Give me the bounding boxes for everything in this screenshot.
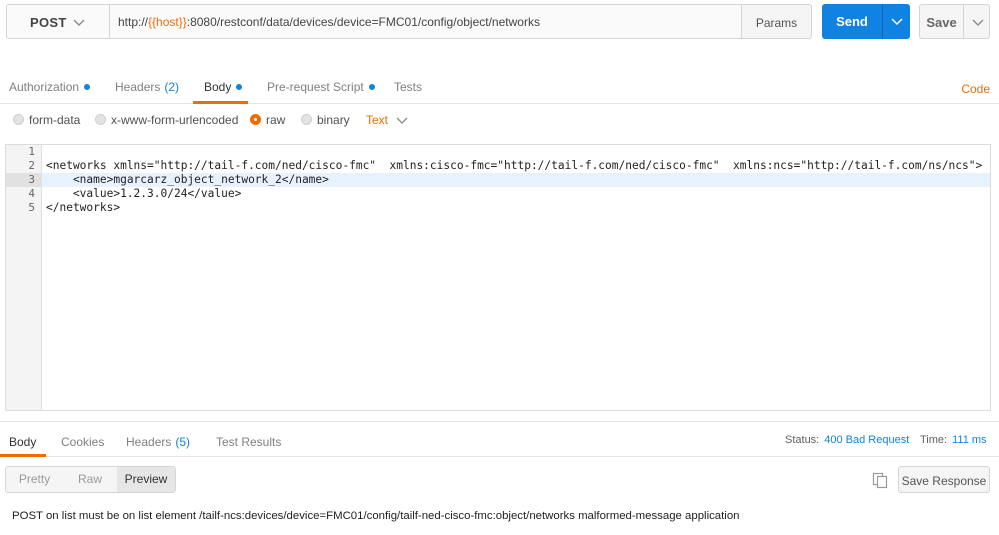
line-number: 5 bbox=[28, 201, 35, 214]
radio-form-data-label: form-data bbox=[29, 113, 81, 127]
chevron-down-icon bbox=[972, 19, 984, 26]
url-suffix: :8080/restconf/data/devices/device=FMC01… bbox=[186, 15, 540, 29]
line-number: 2 bbox=[28, 159, 35, 172]
save-button[interactable]: Save bbox=[919, 4, 964, 39]
code-link[interactable]: Code bbox=[961, 82, 990, 96]
response-tab-headers-label: Headers bbox=[126, 435, 172, 449]
method-label: POST bbox=[30, 15, 67, 30]
radio-raw-label: raw bbox=[266, 113, 286, 127]
radio-circle bbox=[13, 114, 24, 125]
send-label: Send bbox=[836, 14, 868, 29]
url-prefix: http:// bbox=[118, 15, 149, 29]
tab-pre-request-script[interactable]: Pre-request Script bbox=[267, 80, 375, 94]
radio-binary-label: binary bbox=[317, 113, 350, 127]
line-number-gutter: 1 2 3 4 5 bbox=[6, 145, 42, 410]
save-label: Save bbox=[926, 15, 957, 30]
response-status: Status: 400 Bad Request bbox=[785, 434, 909, 446]
line-number: 4 bbox=[28, 187, 35, 200]
view-raw-button[interactable]: Raw bbox=[63, 467, 117, 492]
radio-raw[interactable]: raw bbox=[250, 113, 285, 127]
response-tab-headers-count: (5) bbox=[175, 435, 191, 449]
tab-body[interactable]: Body bbox=[204, 80, 243, 94]
response-tab-test-results[interactable]: Test Results bbox=[216, 435, 281, 449]
active-tab-indicator bbox=[193, 101, 248, 104]
url-text: http://{{host}}:8080/restconf/data/devic… bbox=[118, 15, 540, 29]
request-tabs: Authorization Headers (2) Body Pre-reques… bbox=[0, 74, 999, 104]
tab-body-label: Body bbox=[204, 80, 232, 94]
radio-binary[interactable]: binary bbox=[301, 113, 350, 127]
url-input[interactable]: http://{{host}}:8080/restconf/data/devic… bbox=[109, 4, 742, 39]
radio-urlencoded-label: x-www-form-urlencoded bbox=[111, 113, 239, 127]
content-type-label: Text bbox=[366, 113, 389, 127]
copy-icon[interactable] bbox=[871, 471, 889, 489]
save-response-button[interactable]: Save Response bbox=[898, 466, 990, 493]
tab-authorization[interactable]: Authorization bbox=[9, 80, 91, 94]
response-tab-cookies[interactable]: Cookies bbox=[61, 435, 104, 449]
code-line: <networks xmlns="http://tail-f.com/ned/c… bbox=[46, 159, 983, 172]
save-dropdown-button[interactable] bbox=[963, 4, 990, 39]
code-editor[interactable]: 1 2 3 4 5 <networks xmlns="http://tail-f… bbox=[5, 144, 991, 411]
radio-form-data[interactable]: form-data bbox=[13, 113, 80, 127]
tab-headers-label: Headers bbox=[115, 80, 161, 94]
status-value: 400 Bad Request bbox=[824, 434, 910, 446]
tab-headers-count: (2) bbox=[164, 80, 180, 94]
modified-dot-icon bbox=[368, 84, 375, 90]
chevron-down-icon bbox=[396, 117, 408, 124]
tab-authorization-label: Authorization bbox=[9, 80, 80, 94]
response-view-toggle: Pretty Raw Preview bbox=[5, 466, 176, 493]
params-button[interactable]: Params bbox=[742, 4, 812, 39]
params-label: Params bbox=[755, 16, 798, 30]
view-preview-button[interactable]: Preview bbox=[117, 467, 175, 492]
code-line: <value>1.2.3.0/24</value> bbox=[46, 187, 242, 200]
tab-tests-label: Tests bbox=[394, 80, 423, 94]
response-tabs: Body Cookies Headers (5) Test Results Sta… bbox=[0, 422, 999, 457]
request-bar: POST http://{{host}}:8080/restconf/data/… bbox=[0, 0, 999, 44]
time-label: Time: bbox=[920, 434, 948, 446]
response-active-tab-indicator bbox=[0, 454, 46, 457]
save-response-label: Save Response bbox=[901, 474, 987, 488]
content-type-dropdown[interactable]: Text bbox=[366, 113, 408, 127]
radio-circle-selected bbox=[250, 114, 261, 125]
radio-circle bbox=[95, 114, 106, 125]
tab-headers[interactable]: Headers (2) bbox=[115, 80, 179, 94]
modified-dot-icon bbox=[84, 84, 91, 90]
chevron-down-icon bbox=[891, 18, 903, 25]
chevron-down-icon bbox=[73, 19, 85, 26]
url-variable: {{host}} bbox=[148, 15, 187, 29]
view-pretty-button[interactable]: Pretty bbox=[6, 467, 63, 492]
radio-urlencoded[interactable]: x-www-form-urlencoded bbox=[95, 113, 238, 127]
tab-pre-request-label: Pre-request Script bbox=[267, 80, 364, 94]
body-type-selector: form-data x-www-form-urlencoded raw bina… bbox=[0, 108, 999, 134]
response-time: Time: 111 ms bbox=[920, 434, 987, 446]
time-value: 111 ms bbox=[952, 434, 987, 446]
send-button[interactable]: Send bbox=[822, 4, 882, 39]
response-body-text: POST on list must be on list element /ta… bbox=[12, 510, 740, 522]
method-select[interactable]: POST bbox=[6, 4, 109, 39]
radio-circle bbox=[301, 114, 312, 125]
response-tab-headers[interactable]: Headers (5) bbox=[126, 435, 190, 449]
code-line: </networks> bbox=[46, 201, 121, 214]
response-tab-body[interactable]: Body bbox=[9, 435, 36, 449]
line-number: 1 bbox=[28, 145, 35, 158]
modified-dot-icon bbox=[236, 84, 243, 90]
status-label: Status: bbox=[785, 434, 820, 446]
send-dropdown-button[interactable] bbox=[882, 4, 910, 39]
line-number-active: 3 bbox=[6, 173, 42, 187]
tab-tests[interactable]: Tests bbox=[394, 80, 422, 94]
code-line: <name>mgarcarz_object_network_2</name> bbox=[46, 173, 329, 186]
